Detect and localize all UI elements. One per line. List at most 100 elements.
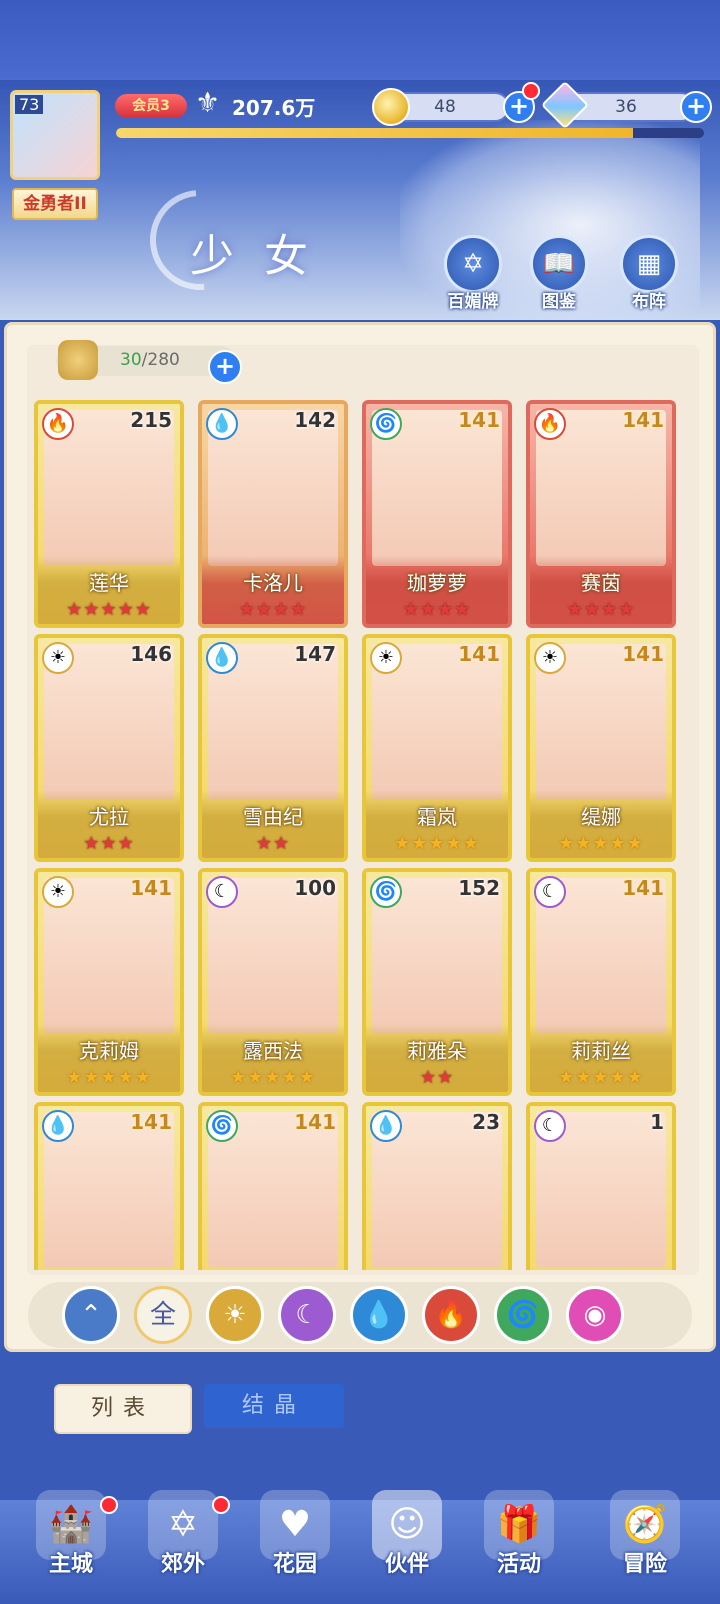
star-icon: ★ — [100, 599, 118, 620]
bag-icon — [58, 340, 98, 380]
partner-card[interactable]: 🔥 215 莲华 ★★★★★ — [34, 400, 184, 628]
tab-crystal[interactable]: 结晶 — [204, 1384, 344, 1428]
wind-element-icon: 🌀 — [206, 1110, 238, 1142]
partner-card[interactable]: ☀ 146 尤拉 ★★★ — [34, 634, 184, 862]
star-icon: ★ — [134, 599, 152, 620]
wind-element-icon: 🌀 — [370, 408, 402, 440]
star-icon: ★ — [402, 599, 420, 620]
partner-level: 152 — [458, 876, 500, 900]
partner-card[interactable]: 💧 23 — [362, 1102, 512, 1270]
partner-card[interactable]: 💧 147 雪由纪 ★★ — [198, 634, 348, 862]
nav-label: 冒险 — [622, 1552, 667, 1577]
expand-capacity-button[interactable]: + — [208, 350, 242, 384]
light-element-icon: ☀ — [370, 642, 402, 674]
light-element-icon: ☀ — [42, 642, 74, 674]
partner-name: 赛茵 — [581, 571, 621, 595]
water-element-icon: 💧 — [370, 1110, 402, 1142]
star-rating: ★★ — [366, 1067, 508, 1088]
partner-card[interactable]: ☀ 141 缇娜 ★★★★★ — [526, 634, 676, 862]
partner-card[interactable]: ☀ 141 克莉姆 ★★★★★ — [34, 868, 184, 1096]
star-rating: ★★★ — [38, 833, 180, 854]
filter-collapse-button[interactable]: ⌃ — [62, 1286, 120, 1344]
water-element-icon: 💧 — [206, 408, 238, 440]
filter-special-button[interactable]: ◉ — [566, 1286, 624, 1344]
partner-card[interactable]: 🌀 152 莉雅朵 ★★ — [362, 868, 512, 1096]
card-collection-button[interactable]: ✡ 百媚牌 — [442, 235, 504, 312]
filter-fire-button[interactable]: 🔥 — [422, 1286, 480, 1344]
star-icon: ★ — [618, 599, 636, 620]
wind-element-icon: 🌀 — [370, 876, 402, 908]
star-rating: ★★★★★ — [38, 599, 180, 620]
capacity-max: 280 — [147, 350, 180, 370]
partner-level: 142 — [294, 408, 336, 432]
star-icon: ★ — [419, 1067, 437, 1088]
star-icon: ★ — [428, 833, 446, 854]
star-icon: ★ — [419, 599, 437, 620]
player-avatar[interactable]: 73 — [10, 90, 100, 180]
nav-heart[interactable]: ♥ 花园 — [240, 1490, 350, 1578]
star-icon: ★ — [66, 1067, 84, 1088]
star-icon: ★ — [117, 1067, 135, 1088]
partner-card[interactable]: 🌀 141 — [198, 1102, 348, 1270]
partner-card[interactable]: ☾ 100 露西法 ★★★★★ — [198, 868, 348, 1096]
formation-label: 布阵 — [632, 292, 666, 312]
tab-list[interactable]: 列表 — [54, 1384, 192, 1434]
star-icon: ★ — [83, 599, 101, 620]
partner-level: 1 — [650, 1110, 664, 1134]
partner-name: 尤拉 — [89, 805, 129, 829]
star-icon: ★ — [462, 833, 480, 854]
star-icon: ★ — [437, 599, 455, 620]
partner-level: 23 — [472, 1110, 500, 1134]
filter-dark-button[interactable]: ☾ — [278, 1286, 336, 1344]
partner-name: 莲华 — [89, 571, 129, 595]
partner-card[interactable]: 🌀 141 珈萝萝 ★★★★ — [362, 400, 512, 628]
partner-card[interactable]: ☀ 141 霜岚 ★★★★★ — [362, 634, 512, 862]
partner-card[interactable]: ☾ 1 — [526, 1102, 676, 1270]
partner-card[interactable]: ☾ 141 莉莉丝 ★★★★★ — [526, 868, 676, 1096]
dark-element-icon: ☾ — [206, 876, 238, 908]
nav-label: 主城 — [48, 1552, 93, 1577]
nav-compass[interactable]: 🧭 冒险 — [590, 1490, 700, 1578]
partner-level: 141 — [458, 408, 500, 432]
partner-level: 141 — [458, 642, 500, 666]
filter-wind-button[interactable]: 🌀 — [494, 1286, 552, 1344]
add-gems-button[interactable]: + — [680, 91, 712, 123]
partner-level: 146 — [130, 642, 172, 666]
light-element-icon: ☀ — [534, 642, 566, 674]
star-icon: ★ — [592, 833, 610, 854]
star-icon: ★ — [558, 1067, 576, 1088]
star-icon: ★ — [566, 599, 584, 620]
partner-name: 卡洛儿 — [243, 571, 303, 595]
star-icon: ★ — [83, 1067, 101, 1088]
filter-all-button[interactable]: 全 — [134, 1286, 192, 1344]
filter-light-button[interactable]: ☀ — [206, 1286, 264, 1344]
star-icon: ★ — [117, 833, 135, 854]
fire-element-icon: 🔥 — [42, 408, 74, 440]
vip-badge[interactable]: 会员3 — [115, 94, 187, 118]
star-icon: ★ — [445, 833, 463, 854]
filter-water-button[interactable]: 💧 — [350, 1286, 408, 1344]
partner-card[interactable]: 💧 141 — [34, 1102, 184, 1270]
player-title-badge[interactable]: 金勇者II — [12, 188, 98, 220]
star-icon: ★ — [626, 833, 644, 854]
codex-button[interactable]: 📖 图鉴 — [528, 235, 590, 312]
star-rating: ★★★★★ — [38, 1067, 180, 1088]
star-icon: ★ — [454, 599, 472, 620]
coin-icon — [372, 88, 410, 126]
star-icon: ★ — [255, 833, 273, 854]
star-icon: ★ — [609, 1067, 627, 1088]
notification-dot — [212, 1496, 230, 1514]
nav-gift[interactable]: 🎁 活动 — [464, 1490, 574, 1578]
partner-card[interactable]: 🔥 141 赛茵 ★★★★ — [526, 400, 676, 628]
star-icon: ★ — [100, 1067, 118, 1088]
star-rating: ★★ — [202, 833, 344, 854]
star-icon: ★ — [230, 1067, 248, 1088]
star-rating: ★★★★★ — [530, 1067, 672, 1088]
notification-dot — [522, 82, 540, 100]
partner-card-grid: 🔥 215 莲华 ★★★★★ 💧 142 卡洛儿 ★★★★ 🌀 141 珈萝萝 ★★★★ 🔥 141 赛茵 ★… — [34, 400, 688, 1270]
partner-card[interactable]: 💧 142 卡洛儿 ★★★★ — [198, 400, 348, 628]
nav-partner[interactable]: ☺ 伙伴 — [352, 1490, 462, 1578]
star-icon: ★ — [238, 599, 256, 620]
formation-button[interactable]: ▦ 布阵 — [618, 235, 680, 312]
power-emblem-icon: ⚜ — [195, 86, 221, 119]
